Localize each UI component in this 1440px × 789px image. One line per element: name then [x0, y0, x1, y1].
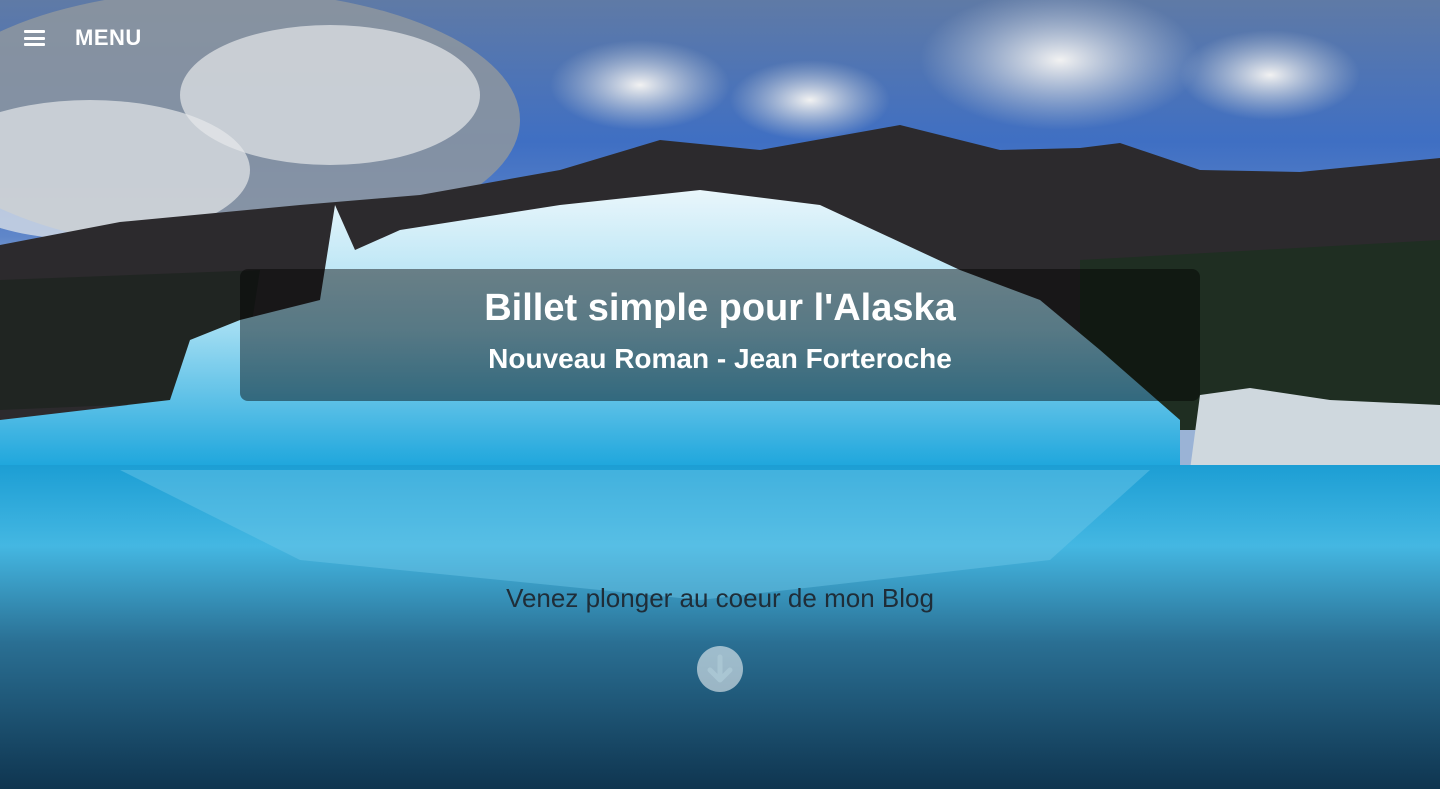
menu-label[interactable]: MENU — [75, 25, 142, 51]
scroll-down-button[interactable] — [697, 646, 743, 692]
menu-button[interactable]: MENU — [24, 22, 142, 54]
arrow-down-circle-icon — [707, 654, 733, 683]
title-panel: Billet simple pour l'Alaska Nouveau Roma… — [240, 269, 1200, 401]
page-title: Billet simple pour l'Alaska — [484, 287, 956, 329]
page-subtitle: Nouveau Roman - Jean Forteroche — [488, 343, 952, 374]
hero-tagline: Venez plonger au coeur de mon Blog — [506, 583, 934, 613]
hamburger-icon[interactable] — [24, 29, 45, 47]
